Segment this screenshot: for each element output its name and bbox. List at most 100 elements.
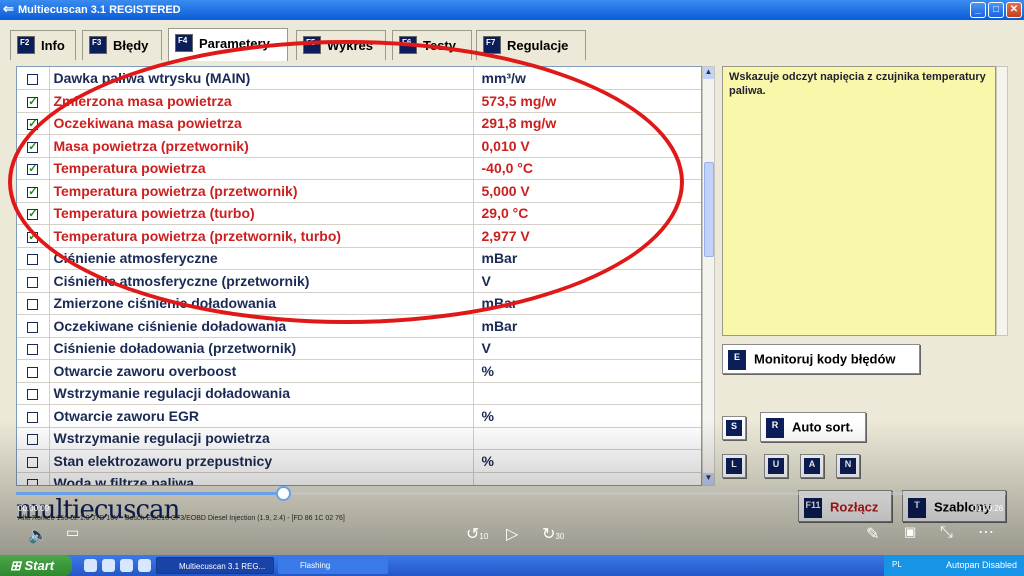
rewind-icon[interactable]: ↺10 xyxy=(466,524,488,544)
system-tray: PL Autopan Disabled xyxy=(884,555,1024,576)
fullscreen-exit-icon[interactable]: ⤡ xyxy=(940,524,953,542)
table-row[interactable]: Otwarcie zaworu EGR% xyxy=(17,404,701,428)
f3-key-icon: F3 xyxy=(89,36,107,55)
minimize-button[interactable]: _ xyxy=(970,2,986,18)
scroll-down-icon[interactable]: ▼ xyxy=(703,473,714,485)
quicklaunch-icon[interactable] xyxy=(102,559,115,572)
seek-played xyxy=(16,492,283,495)
table-row[interactable]: Temperatura powietrza-40,0 °C xyxy=(17,157,701,180)
row-checkbox[interactable] xyxy=(27,185,39,198)
start-button[interactable]: ⊞ Start xyxy=(0,555,72,576)
parameter-name: Zmierzona masa powietrza xyxy=(49,89,474,113)
tab-tests[interactable]: F6 Testy xyxy=(392,30,472,60)
parameter-name: Temperatura powietrza (turbo) xyxy=(49,202,474,225)
table-scrollbar[interactable]: ▲ ▼ xyxy=(702,66,715,486)
parameter-name: Ciśnienie doładowania (przetwornik) xyxy=(49,337,474,360)
tab-info[interactable]: F2 Info xyxy=(10,30,76,60)
quicklaunch-icon[interactable] xyxy=(120,559,133,572)
parameter-value: mBar xyxy=(473,292,701,315)
filter-a-button[interactable]: A xyxy=(800,454,824,478)
tab-errors[interactable]: F3 Błędy xyxy=(82,30,162,60)
row-checkbox[interactable] xyxy=(27,95,39,108)
row-checkbox[interactable] xyxy=(27,73,39,85)
tab-chart[interactable]: F5 Wykres xyxy=(296,30,386,60)
table-row[interactable]: Temperatura powietrza (przetwornik, turb… xyxy=(17,224,701,248)
row-checkbox[interactable] xyxy=(27,299,39,311)
captions-icon[interactable]: ▭ xyxy=(66,524,79,541)
row-checkbox[interactable] xyxy=(27,117,39,131)
table-row[interactable]: Wstrzymanie regulacji powietrza xyxy=(17,427,701,450)
scrollbar-thumb[interactable] xyxy=(704,162,714,257)
edit-pencil-icon[interactable]: ✎ xyxy=(866,524,879,544)
filter-u-button[interactable]: U xyxy=(764,454,788,478)
taskbar: ⊞ Start Multiecuscan 3.1 REG... Flashing… xyxy=(0,555,1024,576)
row-checkbox[interactable] xyxy=(27,479,39,485)
row-checkbox[interactable] xyxy=(27,366,39,378)
auto-sort-button[interactable]: R Auto sort. xyxy=(760,412,866,442)
parameter-value: -40,0 °C xyxy=(473,157,701,180)
info-scrollbar[interactable] xyxy=(996,66,1008,336)
forward-icon[interactable]: ↻30 xyxy=(542,524,564,544)
table-row[interactable]: Otwarcie zaworu overboost% xyxy=(17,359,701,383)
parameter-name: Wstrzymanie regulacji powietrza xyxy=(49,427,474,450)
autopan-status: Autopan Disabled xyxy=(946,560,1018,570)
parameter-value: 0,010 V xyxy=(473,134,701,158)
table-row[interactable]: Temperatura powietrza (turbo)29,0 °C xyxy=(17,202,701,225)
parameter-value: mBar xyxy=(473,247,701,270)
row-checkbox[interactable] xyxy=(27,207,39,221)
parameter-value: 573,5 mg/w xyxy=(473,89,701,113)
quicklaunch-icon[interactable] xyxy=(138,559,151,572)
language-indicator[interactable]: PL xyxy=(892,560,902,569)
table-row[interactable]: Oczekiwana masa powietrza291,8 mg/w xyxy=(17,112,701,135)
total-time: 00:00:26 xyxy=(972,504,1004,513)
table-row[interactable]: Woda w filtrze paliwa xyxy=(17,472,701,485)
video-seek-bar[interactable] xyxy=(16,486,1006,501)
row-checkbox[interactable] xyxy=(27,456,39,468)
filter-n-button[interactable]: N xyxy=(836,454,860,478)
tab-label: Info xyxy=(41,38,65,53)
row-checkbox[interactable] xyxy=(27,276,39,288)
row-checkbox[interactable] xyxy=(27,254,39,266)
table-row[interactable]: Ciśnienie atmosferyczne (przetwornik) V xyxy=(17,269,701,293)
row-checkbox[interactable] xyxy=(27,411,39,423)
close-button[interactable]: ✕ xyxy=(1006,2,1022,18)
parameter-value xyxy=(473,382,701,405)
play-icon[interactable]: ▷ xyxy=(506,524,518,544)
row-checkbox[interactable] xyxy=(27,434,39,446)
row-checkbox[interactable] xyxy=(27,321,39,333)
row-checkbox[interactable] xyxy=(27,140,39,153)
maximize-button[interactable]: □ xyxy=(988,2,1004,18)
sort-s-button[interactable]: S xyxy=(722,416,746,440)
table-row[interactable]: Wstrzymanie regulacji doładowania xyxy=(17,382,701,405)
table-row[interactable]: Zmierzona masa powietrza573,5 mg/w xyxy=(17,89,701,113)
row-checkbox[interactable] xyxy=(27,344,39,356)
miniplayer-icon[interactable]: ▣ xyxy=(904,524,916,540)
more-options-icon[interactable]: ⋯ xyxy=(978,522,994,542)
table-row[interactable]: Masa powietrza (przetwornik)0,010 V xyxy=(17,134,701,158)
table-row[interactable]: Oczekiwane ciśnienie doładowania mBar xyxy=(17,314,701,338)
tab-label: Regulacje xyxy=(507,38,569,53)
parameter-name: Ciśnienie atmosferyczne xyxy=(49,247,474,270)
tab-adjustments[interactable]: F7 Regulacje xyxy=(476,30,586,60)
seek-knob[interactable] xyxy=(276,486,291,501)
table-row[interactable]: Ciśnienie doładowania (przetwornik) V xyxy=(17,337,701,360)
table-row[interactable]: Temperatura powietrza (przetwornik)5,000… xyxy=(17,179,701,203)
button-label: Rozłącz xyxy=(830,499,879,515)
taskbar-item-flashing[interactable]: Flashing xyxy=(278,557,388,574)
volume-icon[interactable]: 🔈 xyxy=(28,525,48,545)
taskbar-item-multiecuscan[interactable]: Multiecuscan 3.1 REG... xyxy=(156,557,274,574)
row-checkbox[interactable] xyxy=(27,389,39,401)
monitor-error-codes-button[interactable]: E Monitoruj kody błędów xyxy=(722,344,920,374)
scroll-up-icon[interactable]: ▲ xyxy=(703,67,714,79)
table-row[interactable]: Zmierzone ciśnienie doładowania mBar xyxy=(17,292,701,315)
table-row[interactable]: Ciśnienie atmosferyczne mBar xyxy=(17,247,701,270)
row-checkbox[interactable] xyxy=(27,162,39,176)
u-key-icon: U xyxy=(768,458,784,474)
tab-parameters[interactable]: F4 Parametery xyxy=(168,28,288,61)
table-row[interactable]: Dawka paliwa wtrysku (MAIN) mm³/w xyxy=(17,67,701,90)
filter-l-button[interactable]: L xyxy=(722,454,746,478)
table-row[interactable]: Stan elektrozaworu przepustnicy% xyxy=(17,449,701,473)
row-checkbox[interactable] xyxy=(27,230,39,243)
quicklaunch-icon[interactable] xyxy=(84,559,97,572)
back-arrow-icon[interactable]: ⇐ xyxy=(3,1,14,17)
